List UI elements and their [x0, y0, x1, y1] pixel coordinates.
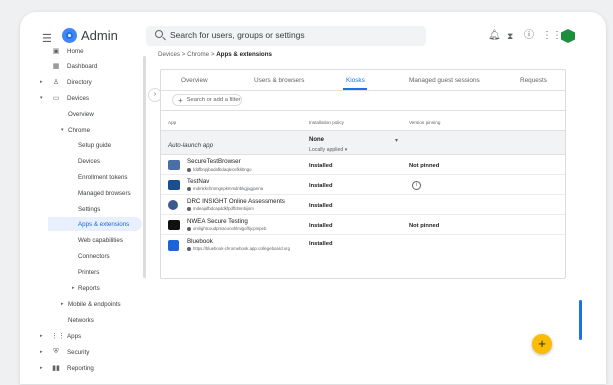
nwea-app-icon: [168, 220, 180, 230]
version-pinning: Not pinned: [409, 223, 440, 229]
plus-icon: +: [178, 95, 183, 105]
extension-id-icon: [187, 207, 191, 211]
chevron-right-icon[interactable]: ▸: [61, 301, 64, 307]
extension-id-icon: [187, 227, 191, 231]
chevron-right-icon[interactable]: ▸: [40, 333, 43, 339]
breadcrumb-chrome[interactable]: Chrome: [187, 51, 209, 58]
dropdown-arrow-icon[interactable]: ▾: [395, 137, 398, 144]
testnav-app-icon: [168, 180, 180, 190]
app-name: TestNav: [187, 178, 210, 185]
app-name: DRC INSIGHT Online Assessments: [187, 198, 285, 205]
link-icon: [187, 247, 191, 251]
info-icon[interactable]: i: [412, 181, 421, 190]
install-policy[interactable]: Installed: [309, 163, 333, 169]
notifications-icon[interactable]: 🔔︎: [488, 31, 501, 41]
directory-icon: ♙: [52, 79, 60, 86]
sidebar-item-enrollment-tokens[interactable]: Enrollment tokens: [78, 170, 128, 184]
chevron-right-icon[interactable]: ▸: [72, 285, 75, 291]
install-policy[interactable]: Installed: [309, 223, 333, 229]
sidebar-item-chrome[interactable]: Chrome: [68, 123, 90, 137]
sidebar-item-reports[interactable]: Reports: [78, 281, 100, 295]
chevron-right-icon[interactable]: ▸: [40, 79, 43, 85]
app-id: fddfbnpjbadafbdaqlecefkkbngo: [193, 167, 252, 172]
home-icon: ▣: [52, 48, 60, 55]
sidebar-item-home[interactable]: ▣ Home: [51, 44, 84, 58]
sidebar-item-settings[interactable]: Settings: [78, 202, 100, 216]
chevron-right-icon: ›: [153, 91, 157, 98]
apps-grid-icon[interactable]: ⋮⋮: [542, 31, 562, 41]
install-policy[interactable]: Installed: [309, 183, 333, 189]
install-policy[interactable]: Installed: [309, 203, 333, 209]
sidebar-item-chrome-devices[interactable]: Devices: [78, 154, 100, 168]
admin-logo-icon: [62, 28, 77, 43]
sidebar-item-managed-browsers[interactable]: Managed browsers: [78, 186, 131, 200]
app-name: Bluebook: [187, 238, 213, 245]
sidebar-scrollbar[interactable]: [143, 56, 146, 278]
sidebar-item-apps[interactable]: ⋮⋮ Apps: [51, 329, 81, 343]
chevron-down-icon[interactable]: ▾: [61, 127, 64, 133]
chevron-down-icon[interactable]: ▾: [40, 95, 43, 101]
tab-kiosks[interactable]: Kiosks: [346, 77, 365, 84]
auto-launch-select[interactable]: None: [309, 137, 324, 143]
sidebar-item-security[interactable]: ⛨ Security: [51, 345, 89, 359]
locally-applied-dropdown[interactable]: Locally applied ▾: [309, 147, 347, 153]
sidebar-item-printers[interactable]: Printers: [78, 265, 99, 279]
column-header-installation-policy: Installation policy: [309, 120, 344, 125]
sidebar-item-reporting[interactable]: ▮▮ Reporting: [51, 361, 94, 375]
sidebar-item-networks[interactable]: Networks: [68, 313, 94, 327]
auto-launch-row: [161, 131, 565, 155]
reporting-icon: ▮▮: [52, 365, 60, 372]
search-bar[interactable]: Search for users, groups or settings: [146, 26, 426, 46]
app-id: mdeajafbdcapddkfpdffdmnbijom: [193, 206, 254, 211]
sidebar-item-dashboard[interactable]: ▦ Dashboard: [51, 59, 98, 73]
sidebar-item-overview[interactable]: Overview: [68, 107, 94, 121]
tab-users-browsers[interactable]: Users & browsers: [254, 77, 304, 84]
breadcrumb-current: Apps & extensions: [216, 51, 272, 58]
tab-managed-guest-sessions[interactable]: Managed guest sessions: [409, 77, 480, 84]
sidebar-item-setup-guide[interactable]: Setup guide: [78, 138, 111, 152]
table-header: [161, 110, 565, 131]
version-pinning: Not pinned: [409, 163, 440, 169]
auto-launch-label: Auto-launch app: [168, 142, 214, 149]
sidebar-item-apps-extensions[interactable]: Apps & extensions: [48, 217, 142, 231]
column-header-version-pinning: Version pinning: [409, 120, 441, 125]
sidebar-item-connectors[interactable]: Connectors: [78, 249, 110, 263]
hourglass-icon[interactable]: ⧗: [507, 31, 513, 41]
add-app-fab-button[interactable]: +: [532, 334, 552, 354]
chevron-right-icon[interactable]: ▸: [40, 365, 43, 371]
install-policy[interactable]: Installed: [309, 241, 333, 247]
securetestbrowser-app-icon: [168, 160, 180, 170]
tab-requests[interactable]: Requests: [520, 77, 547, 84]
help-icon[interactable]: ⓘ: [524, 31, 534, 41]
app-name: SecureTestBrowser: [187, 158, 241, 165]
search-icon: [155, 30, 163, 38]
security-icon: ⛨: [53, 348, 59, 355]
breadcrumb: Devices > Chrome > Apps & extensions: [158, 51, 272, 58]
add-filter-chip[interactable]: + Search or add a filter: [172, 94, 242, 106]
sidebar-item-devices[interactable]: ▭ Devices: [51, 91, 89, 105]
app-name: NWEA Secure Testing: [187, 218, 248, 225]
search-input[interactable]: Search for users, groups or settings: [170, 30, 305, 40]
breadcrumb-devices[interactable]: Devices: [158, 51, 180, 58]
drc-insight-app-icon: [168, 200, 178, 210]
sidebar-item-directory[interactable]: ♙ Directory: [51, 75, 92, 89]
app-id: https://bluebook-chromebook.app.collegeb…: [193, 246, 290, 251]
dashboard-icon: ▦: [52, 63, 60, 70]
extension-id-icon: [187, 187, 191, 191]
plus-icon: +: [538, 336, 546, 351]
side-indicator: [579, 300, 582, 340]
apps-icon: ⋮⋮: [51, 333, 65, 340]
column-header-app: App: [168, 120, 177, 125]
sidebar-item-web-capabilities[interactable]: Web capabilities: [78, 233, 123, 247]
app-title: Admin: [81, 28, 118, 43]
bluebook-app-icon: [168, 240, 179, 251]
app-id: omlightcoudpmaconohlmigofhjcpmpeb: [193, 226, 267, 231]
app-id: mdmkkchmmgnpkmmdnbkgjogjanna: [193, 186, 263, 191]
tab-overview[interactable]: Overview: [181, 77, 208, 84]
sidebar-item-mobile-endpoints[interactable]: Mobile & endpoints: [68, 297, 121, 311]
devices-icon: ▭: [52, 95, 60, 102]
chevron-right-icon[interactable]: ▸: [40, 349, 43, 355]
tab-divider: [161, 90, 565, 91]
extension-id-icon: [187, 168, 191, 172]
